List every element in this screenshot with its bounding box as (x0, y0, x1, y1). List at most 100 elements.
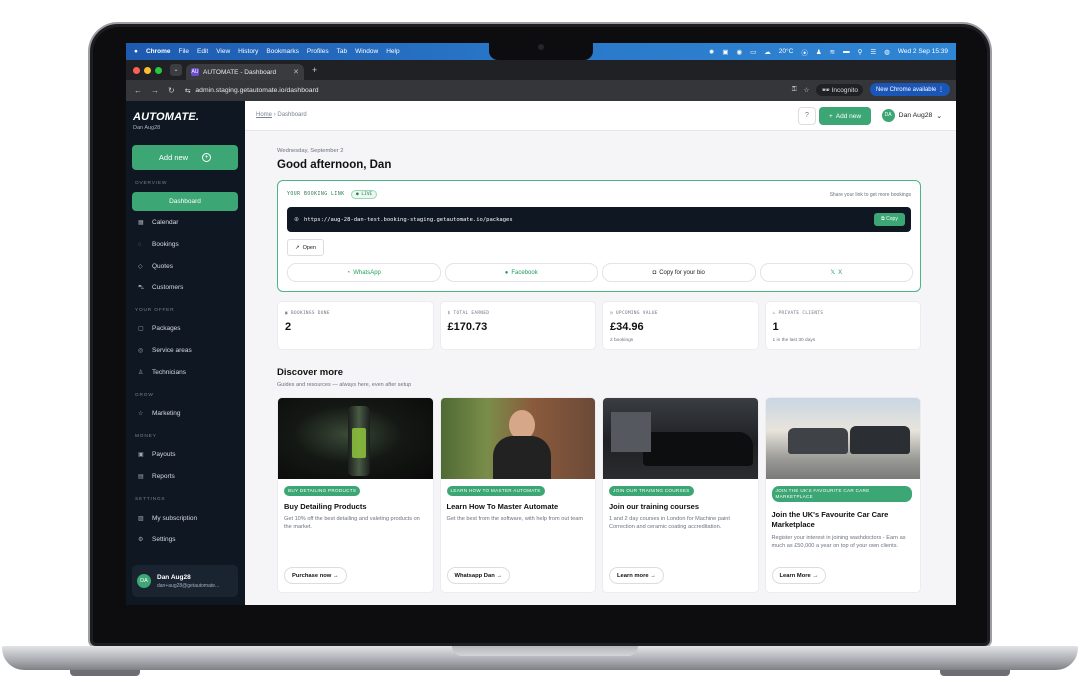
browser-tab-active[interactable]: AU AUTOMATE - Dashboard ✕ (186, 64, 304, 80)
discover-card-marketplace: JOIN THE UK'S FAVOURITE CAR CARE MARKETP… (764, 397, 921, 593)
siri-icon[interactable]: ◍ (884, 48, 890, 56)
open-button[interactable]: ↗ Open (287, 239, 324, 256)
user-icon[interactable]: ♟ (816, 48, 822, 56)
menu-history[interactable]: History (238, 48, 258, 55)
share-whatsapp-button[interactable]: ◔ WhatsApp (287, 263, 441, 282)
play-icon[interactable]: ⦿ (801, 47, 808, 57)
copy-button[interactable]: ⧉ Copy (874, 213, 905, 226)
sidebar-item-bookings[interactable]: ◌ Bookings (132, 235, 238, 254)
bookmark-star-icon[interactable]: ☆ (804, 86, 810, 94)
user-menu[interactable]: DA Dan Aug28 ⌄ (881, 109, 942, 122)
calendar-icon: ▦ (285, 311, 288, 316)
control-center-icon[interactable]: ☰ (870, 48, 876, 56)
sidebar-item-technicians[interactable]: ♙ Technicians (132, 363, 238, 382)
address-url[interactable]: admin.staging.getautomate.io/dashboard (195, 87, 318, 94)
share-facebook-button[interactable]: ● Facebook (444, 263, 598, 282)
brightness-icon[interactable]: ✹ (709, 48, 714, 56)
new-chrome-available-button[interactable]: New Chrome available ⋮ (869, 83, 950, 96)
wifi-icon[interactable]: ≋ (830, 48, 835, 56)
stat-sub: 2 bookings (610, 338, 634, 343)
extension-icon[interactable]: ▣ (722, 48, 728, 56)
sidebar-user-card[interactable]: DA Dan Aug28 dan+aug28@getautomate... (132, 565, 238, 597)
clock[interactable]: Wed 2 Sep 15:39 (898, 48, 948, 55)
minimize-window-icon[interactable] (144, 66, 151, 74)
section-money: MONEY (135, 434, 157, 439)
whatsapp-dan-button[interactable]: Whatsapp Dan → (446, 567, 511, 584)
stat-label: TOTAL EARNED (453, 311, 490, 316)
weather-icon[interactable]: ☁ (764, 48, 771, 56)
learn-more-button[interactable]: Learn More → (771, 567, 827, 584)
learn-more-button[interactable]: Learn more → (609, 567, 664, 584)
purchase-now-button[interactable]: Purchase now → (284, 567, 347, 584)
help-icon[interactable]: ? (798, 107, 816, 125)
sidebar-item-settings[interactable]: ⚙ Settings (132, 530, 238, 549)
instagram-icon: ◘ (652, 269, 657, 276)
section-overview: OVERVIEW (135, 181, 168, 186)
weather-temp[interactable]: 20°C (779, 48, 794, 55)
menu-chrome[interactable]: Chrome (146, 48, 171, 55)
discover-card-training: JOIN OUR TRAINING COURSES Join our train… (602, 397, 759, 593)
add-new-label: Add new (158, 153, 189, 162)
incognito-badge[interactable]: 🕶 Incognito (816, 83, 863, 96)
add-new-label: Add new (835, 112, 862, 120)
breadcrumb-separator: › (273, 112, 276, 118)
menu-window[interactable]: Window (355, 48, 378, 55)
topbar-add-new-button[interactable]: + Add new (819, 107, 871, 125)
browser-tabbar: ⌄ AU AUTOMATE - Dashboard ✕ + (126, 60, 956, 80)
sidebar-item-dashboard[interactable]: Dashboard (132, 192, 238, 211)
breadcrumb-home[interactable]: Home (256, 112, 272, 118)
tab-favicon: AU (191, 68, 199, 76)
new-tab-icon[interactable]: + (312, 65, 317, 75)
tab-close-icon[interactable]: ✕ (293, 68, 299, 76)
menu-profiles[interactable]: Profiles (307, 48, 329, 55)
breadcrumb: Home › Dashboard (256, 112, 307, 118)
menu-edit[interactable]: Edit (197, 48, 208, 55)
booking-url-box[interactable]: ⊕ https://aug-28-dan-test.booking-stagin… (287, 207, 911, 232)
stat-card-total-earned: $ TOTAL EARNED £170.73 (439, 301, 596, 350)
close-window-icon[interactable] (133, 66, 140, 74)
sidebar-item-reports[interactable]: ▤ Reports (132, 467, 238, 486)
sidebar-item-label: Dashboard (169, 198, 201, 205)
sidebar-item-marketing[interactable]: ☆ Marketing (132, 404, 238, 423)
section-grow: GROW (135, 393, 154, 398)
copy-bio-button[interactable]: ◘ Copy for your bio (602, 263, 756, 282)
sidebar-item-customers[interactable]: ⛍ Customers (132, 278, 238, 297)
sidebar-item-subscription[interactable]: ▨ My subscription (132, 509, 238, 528)
sidebar-item-quotes[interactable]: ◇ Quotes (132, 257, 238, 276)
back-icon[interactable]: ← (134, 86, 142, 95)
share-row: ◔ WhatsApp ● Facebook ◘ Copy for your bio 𝕏… (287, 263, 913, 282)
laptop-foot-right (940, 670, 1010, 676)
menu-file[interactable]: File (179, 48, 189, 55)
key-icon[interactable]: ⚿ (792, 86, 797, 94)
camera-notch (489, 42, 593, 60)
maximize-window-icon[interactable] (155, 66, 162, 74)
menu-view[interactable]: View (216, 48, 230, 55)
section-settings: SETTINGS (135, 497, 166, 502)
menu-bookmarks[interactable]: Bookmarks (266, 48, 299, 55)
reload-icon[interactable]: ↻ (168, 86, 175, 95)
menu-help[interactable]: Help (386, 48, 399, 55)
spotlight-icon[interactable]: ⚲ (858, 48, 863, 56)
booking-url[interactable]: https://aug-28-dan-test.booking-staging.… (304, 217, 513, 223)
app-logo[interactable]: AUTOMATE. (133, 111, 199, 123)
section-your-offer: YOUR OFFER (135, 308, 175, 313)
site-info-icon[interactable]: ⇆ (185, 87, 191, 95)
gear-icon: ⚙ (138, 537, 144, 543)
tab-search-icon[interactable]: ⌄ (170, 64, 182, 76)
stat-card-private-clients: ♙ PRIVATE CLIENTS 1 1 in the last 30 day… (764, 301, 921, 350)
apple-menu-icon[interactable]: ● (134, 48, 138, 55)
sidebar-item-label: Settings (152, 536, 176, 543)
share-x-button[interactable]: 𝕏X (759, 263, 913, 282)
menu-tab[interactable]: Tab (337, 48, 347, 55)
display-icon[interactable]: ▭ (750, 48, 756, 56)
forward-icon[interactable]: → (151, 86, 159, 95)
sidebar-item-payouts[interactable]: ▣ Payouts (132, 445, 238, 464)
card-tag: JOIN THE UK'S FAVOURITE CAR CARE MARKETP… (771, 486, 912, 502)
sidebar-item-packages[interactable]: ▢ Packages (132, 319, 238, 338)
sidebar-add-new-button[interactable]: Add new + (132, 145, 238, 170)
address-bar[interactable]: ⇆ admin.staging.getautomate.io/dashboard (185, 87, 319, 95)
record-icon[interactable]: ◉ (736, 48, 742, 56)
sidebar-item-calendar[interactable]: ▦ Calendar (132, 213, 238, 232)
battery-icon[interactable]: ▬ (843, 48, 850, 55)
sidebar-item-service-areas[interactable]: ◎ Service areas (132, 341, 238, 360)
